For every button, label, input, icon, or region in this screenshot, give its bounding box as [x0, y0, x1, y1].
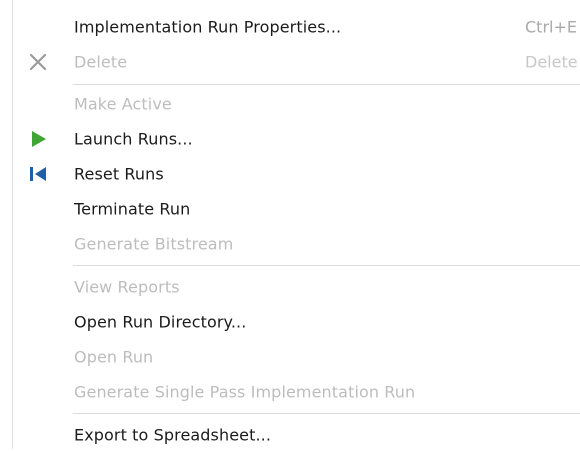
- menu-separator: [73, 84, 580, 85]
- menu-item-label: Generate Bitstream: [74, 234, 234, 254]
- menu-item-label: Make Active: [74, 94, 172, 114]
- menu-item-open-run-directory[interactable]: Open Run Directory...: [13, 306, 580, 338]
- menu-item-shortcut: Delete: [525, 52, 578, 72]
- reset-icon: [30, 167, 46, 181]
- menu-item-label: Delete: [74, 52, 128, 72]
- menu-item-label: Terminate Run: [74, 199, 191, 219]
- menu-item-reset-runs[interactable]: Reset Runs: [13, 158, 580, 190]
- menu-item-label: View Reports: [74, 277, 180, 297]
- menu-item-delete: Delete Delete: [13, 46, 580, 78]
- menu-item-label: Reset Runs: [74, 164, 164, 184]
- menu-item-label: Implementation Run Properties...: [74, 17, 342, 37]
- menu-item-launch-runs[interactable]: Launch Runs...: [13, 123, 580, 155]
- menu-item-open-run: Open Run: [13, 341, 580, 373]
- menu-item-shortcut: Ctrl+E: [525, 17, 577, 37]
- menu-item-label: Launch Runs...: [74, 129, 193, 149]
- menu-item-generate-bitstream: Generate Bitstream: [13, 228, 580, 260]
- menu-item-view-reports: View Reports: [13, 271, 580, 303]
- menu-item-implementation-run-properties[interactable]: Implementation Run Properties... Ctrl+E: [13, 11, 580, 43]
- menu-item-make-active: Make Active: [13, 88, 580, 120]
- menu-item-export-to-spreadsheet[interactable]: Export to Spreadsheet...: [13, 419, 580, 451]
- menu-item-label: Generate Single Pass Implementation Run: [74, 382, 416, 402]
- menu-item-terminate-run[interactable]: Terminate Run: [13, 193, 580, 225]
- menu-separator: [73, 265, 580, 266]
- menu-item-label: Export to Spreadsheet...: [74, 425, 272, 445]
- context-menu: Implementation Run Properties... Ctrl+E …: [12, 0, 580, 449]
- menu-item-generate-single-pass-implementation-run: Generate Single Pass Implementation Run: [13, 376, 580, 408]
- menu-separator: [73, 413, 580, 414]
- play-icon: [32, 131, 46, 147]
- menu-item-label: Open Run: [74, 347, 154, 367]
- menu-item-label: Open Run Directory...: [74, 312, 247, 332]
- close-icon: [29, 53, 47, 71]
